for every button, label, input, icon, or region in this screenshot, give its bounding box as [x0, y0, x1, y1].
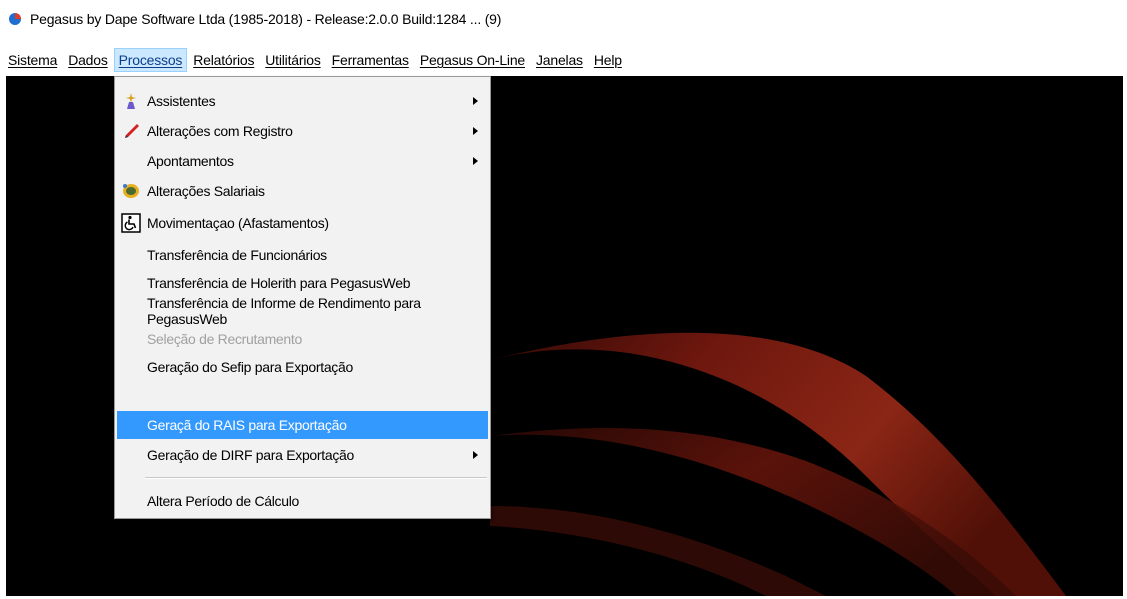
- menu-processos[interactable]: Processos: [113, 48, 188, 72]
- menu-janelas[interactable]: Janelas: [531, 48, 588, 72]
- salary-icon: [121, 181, 141, 201]
- menuitem-label: Transferência de Informe de Rendimento p…: [147, 295, 421, 327]
- submenu-arrow-icon: [473, 157, 478, 165]
- pencil-icon: [121, 121, 141, 141]
- menuitem-alteracoes-salariais[interactable]: Alterações Salariais: [117, 177, 488, 205]
- menuitem-label: Altera Período de Cálculo: [147, 493, 300, 509]
- menuitem-transferencia-informe[interactable]: Transferência de Informe de Rendimento p…: [117, 295, 488, 327]
- submenu-arrow-icon: [473, 97, 478, 105]
- window-title: Pegasus by Dape Software Ltda (1985-2018…: [30, 11, 502, 27]
- app-window: Pegasus by Dape Software Ltda (1985-2018…: [0, 0, 1127, 599]
- menuitem-label: Transferência de Funcionários: [147, 247, 327, 263]
- menuitem-geracao-sefip[interactable]: Geração do Sefip para Exportação: [117, 353, 488, 381]
- menuitem-label: Transferência de Holerith para PegasusWe…: [147, 275, 411, 291]
- menu-ferramentas[interactable]: Ferramentas: [327, 48, 414, 72]
- menuitem-label: Geração de DIRF para Exportação: [147, 447, 355, 463]
- menuitem-label: Alterações com Registro: [147, 123, 293, 139]
- menuitem-geracao-rais[interactable]: Geraçã do RAIS para Exportação: [117, 411, 488, 439]
- menuitem-transferencia-funcionarios[interactable]: Transferência de Funcionários: [117, 241, 488, 269]
- menuitem-selecao-recrutamento: Seleção de Recrutamento: [117, 325, 488, 353]
- menu-separator: [145, 477, 487, 479]
- submenu-arrow-icon: [473, 451, 478, 459]
- menuitem-label: Apontamentos: [147, 153, 234, 169]
- menuitem-movimentacao[interactable]: Movimentaçao (Afastamentos): [117, 209, 488, 237]
- menuitem-assistentes[interactable]: Assistentes: [117, 87, 488, 115]
- menuitem-label: Seleção de Recrutamento: [147, 331, 302, 347]
- menu-sistema[interactable]: Sistema: [3, 48, 62, 72]
- menu-relatorios[interactable]: Relatórios: [188, 48, 259, 72]
- menuitem-label: Assistentes: [147, 93, 216, 109]
- wheelchair-icon: [121, 213, 141, 233]
- menuitem-altera-periodo[interactable]: Altera Período de Cálculo: [117, 487, 488, 515]
- menu-utilitarios[interactable]: Utilitários: [260, 48, 325, 72]
- menuitem-label: Geração do Sefip para Exportação: [147, 359, 353, 375]
- menuitem-label: Alterações Salariais: [147, 183, 265, 199]
- wizard-icon: [121, 91, 141, 111]
- menuitem-transferencia-holerith[interactable]: Transferência de Holerith para PegasusWe…: [117, 269, 488, 297]
- menuitem-label: Geraçã do RAIS para Exportação: [147, 417, 347, 433]
- menu-pegasus-online[interactable]: Pegasus On-Line: [415, 48, 530, 72]
- menuitem-geracao-dirf[interactable]: Geração de DIRF para Exportação: [117, 441, 488, 469]
- title-bar: Pegasus by Dape Software Ltda (1985-2018…: [0, 0, 1127, 38]
- processos-dropdown: Assistentes Alterações com Registro Apon…: [114, 76, 491, 519]
- menu-bar: Sistema Dados Processos Relatórios Utili…: [0, 48, 1127, 72]
- menuitem-alteracoes-registro[interactable]: Alterações com Registro: [117, 117, 488, 145]
- menuitem-label: Movimentaçao (Afastamentos): [147, 215, 329, 231]
- menuitem-apontamentos[interactable]: Apontamentos: [117, 147, 488, 175]
- menu-dados[interactable]: Dados: [63, 48, 112, 72]
- pegasus-app-icon: [9, 13, 21, 25]
- submenu-arrow-icon: [473, 127, 478, 135]
- menu-help[interactable]: Help: [589, 48, 627, 72]
